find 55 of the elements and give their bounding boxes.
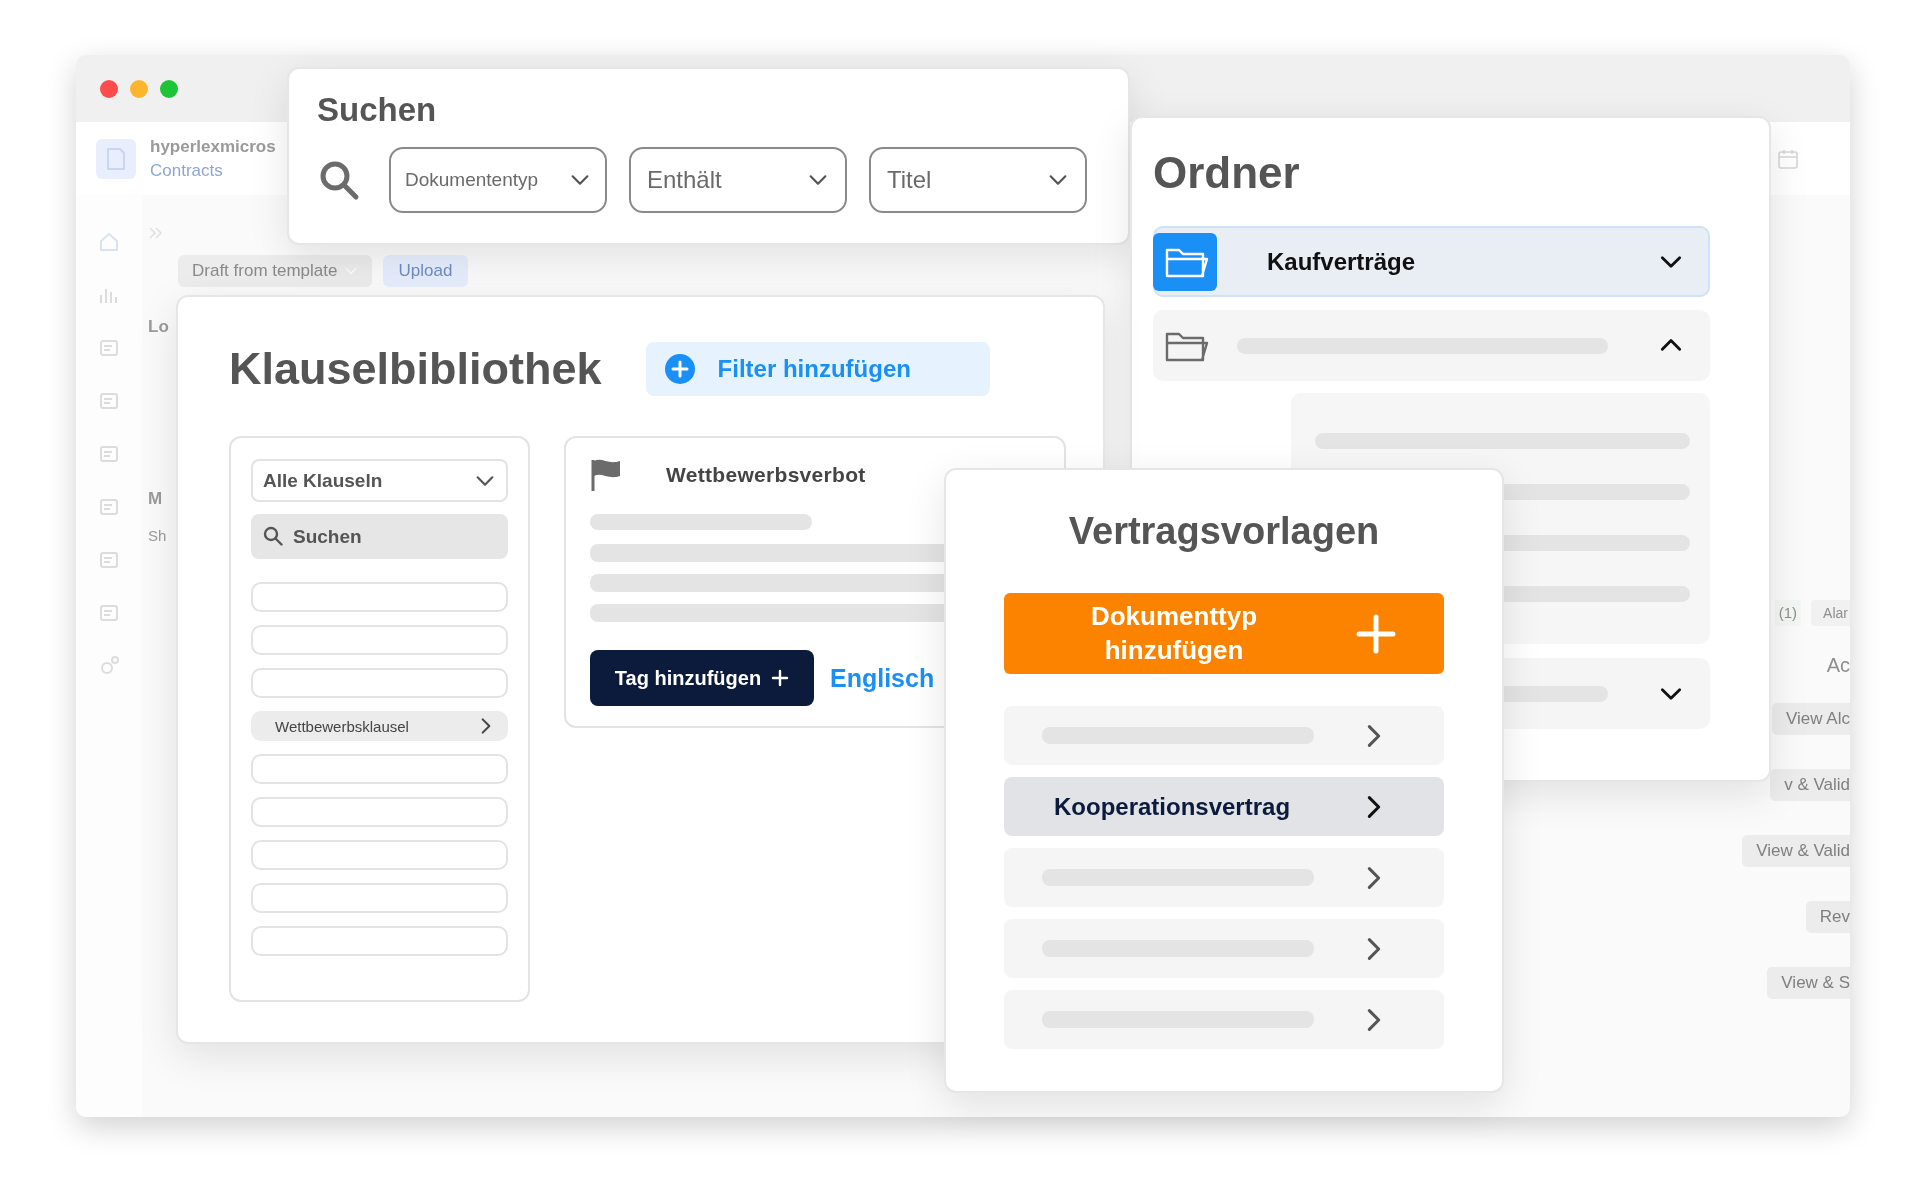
add-document-type-button[interactable]: Dokumenttyp hinzufügen [1004, 593, 1444, 674]
clause-item[interactable] [251, 926, 508, 956]
count-badge: (1) [1774, 600, 1802, 626]
add-filter-button[interactable]: Filter hinzufügen [645, 342, 990, 396]
app-name: hyperlexmicros [150, 136, 276, 157]
plus-icon [1356, 613, 1396, 654]
plus-icon [771, 669, 790, 687]
template-item[interactable] [1004, 848, 1444, 907]
clause-item[interactable] [251, 797, 508, 827]
action-button[interactable]: v & Valid [1770, 769, 1850, 801]
clause-item[interactable] [251, 625, 508, 655]
category-dropdown[interactable]: Alle Klauseln [251, 459, 508, 502]
add-tag-button[interactable]: Tag hinzufügen [590, 650, 814, 706]
clause-item[interactable] [251, 840, 508, 870]
clause-title: Wettbewerbsverbot [666, 463, 866, 487]
filter-dropdown[interactable]: Titel [869, 147, 1087, 213]
faded-heading: Ac [1826, 654, 1850, 677]
filter-dropdown[interactable]: Dokumententyp [389, 147, 607, 213]
clause-item[interactable] [251, 582, 508, 612]
language-link[interactable]: Englisch [830, 663, 935, 693]
faded-text: M [148, 489, 163, 509]
faded-text: Lo [148, 317, 169, 337]
action-button[interactable]: View & Valid [1742, 835, 1850, 867]
double-chevron-icon [148, 225, 164, 241]
plus-circle-icon [663, 353, 696, 385]
template-item[interactable]: Kooperationsvertrag [1004, 777, 1444, 836]
draft-button[interactable]: Draft from template [178, 255, 372, 287]
maximize-button[interactable] [160, 79, 178, 98]
search-field[interactable]: Suchen [251, 514, 508, 559]
clause-item[interactable] [251, 754, 508, 784]
template-item[interactable] [1004, 919, 1444, 978]
alarm-tag: Alar [1811, 600, 1850, 626]
action-button[interactable]: View Alc [1772, 703, 1850, 735]
template-item[interactable] [1004, 990, 1444, 1049]
clause-item[interactable] [251, 883, 508, 913]
upload-button[interactable]: Upload [382, 255, 469, 287]
flag-icon [590, 458, 622, 492]
card-title: Klauselbibliothek [229, 343, 602, 395]
app-section: Contracts [150, 160, 276, 181]
clause-item[interactable]: Wettbewerbsklausel [251, 711, 508, 741]
clause-item[interactable] [251, 668, 508, 698]
card-title: Vertragsvorlagen [1067, 510, 1381, 553]
filter-dropdown[interactable]: Enthält [629, 147, 847, 213]
template-item[interactable] [1004, 706, 1444, 765]
close-button[interactable] [100, 79, 118, 98]
folder-row[interactable]: Kaufverträge [1153, 226, 1710, 297]
card-title: Suchen [317, 91, 438, 129]
action-button[interactable]: Rev [1805, 901, 1850, 933]
card-title: Ordner [1153, 148, 1301, 198]
faded-text: Sh [148, 527, 167, 544]
document-edit-icon [96, 138, 136, 179]
minimize-button[interactable] [130, 79, 148, 98]
action-button[interactable]: View & S [1767, 967, 1850, 999]
folder-row[interactable] [1153, 310, 1710, 381]
home-icon [97, 230, 121, 254]
